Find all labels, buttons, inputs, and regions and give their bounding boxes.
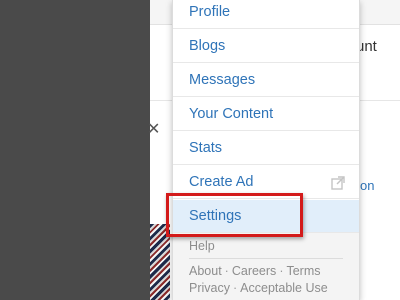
menu-item-label: Create Ad (189, 174, 254, 190)
menu-footer: Help About · Careers · Terms Privacy · Accepta… (173, 233, 359, 300)
footer-link-acceptable-use[interactable]: Acceptable Use (240, 281, 328, 295)
footer-links-row-1: About · Careers · Terms (189, 264, 321, 278)
menu-item-profile[interactable]: Profile (173, 0, 359, 29)
footer-link-about[interactable]: About (189, 264, 222, 278)
footer-divider (189, 258, 343, 259)
footer-link-terms[interactable]: Terms (286, 264, 320, 278)
footer-link-careers[interactable]: Careers (232, 264, 276, 278)
footer-separator: · (232, 281, 238, 295)
partial-link[interactable]: on (360, 178, 374, 193)
menu-item-stats[interactable]: Stats (173, 132, 359, 165)
page-overlay (0, 0, 150, 300)
menu-item-label: Stats (189, 140, 223, 156)
menu-item-label: Messages (189, 72, 256, 88)
menu-item-label: Your Content (189, 106, 274, 122)
menu-item-your-content[interactable]: Your Content (173, 98, 359, 131)
footer-links-row-2: Privacy · Acceptable Use (189, 281, 328, 295)
menu-item-messages[interactable]: Messages (173, 64, 359, 97)
menu-item-blogs[interactable]: Blogs (173, 30, 359, 63)
footer-separator: · (279, 264, 284, 278)
footer-link-privacy[interactable]: Privacy (189, 281, 230, 295)
account-dropdown-menu: Profile Blogs Messages Your Content Stat… (172, 0, 360, 300)
menu-item-label: Profile (189, 4, 231, 20)
footer-separator: · (224, 264, 229, 278)
external-link-icon (331, 176, 345, 190)
close-icon[interactable]: ✕ (147, 122, 160, 138)
menu-item-label: Blogs (189, 38, 226, 54)
highlight-box (166, 193, 303, 237)
help-link[interactable]: Help (189, 239, 215, 253)
